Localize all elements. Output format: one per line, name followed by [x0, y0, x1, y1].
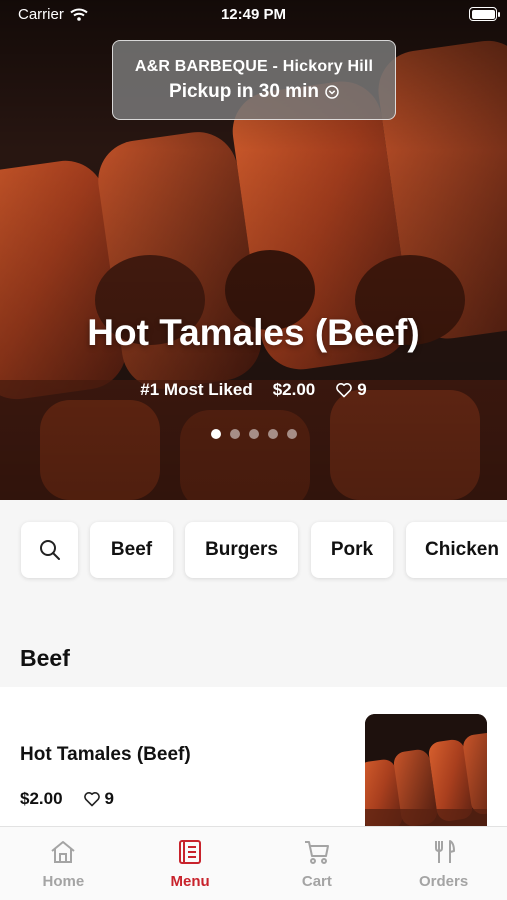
cart-icon	[304, 841, 329, 864]
menu-item-image	[365, 714, 487, 826]
carousel-dots[interactable]	[0, 429, 507, 439]
tab-menu[interactable]: Menu	[127, 827, 254, 900]
tamale-thumbnail	[365, 714, 487, 826]
tab-bar: Home Menu Cart Orders	[0, 826, 507, 900]
hero-price: $2.00	[272, 380, 316, 399]
tab-orders[interactable]: Orders	[380, 827, 507, 900]
carousel-dot[interactable]	[248, 429, 259, 439]
tab-home-label: Home	[42, 873, 85, 890]
carousel-dot[interactable]	[267, 429, 278, 439]
tab-home[interactable]: Home	[0, 827, 127, 900]
hero-title: Hot Tamales (Beef)	[87, 312, 420, 353]
category-chip-pork[interactable]: Pork	[311, 522, 393, 578]
chevron-down-icon	[325, 85, 339, 99]
heart-icon	[336, 383, 353, 398]
category-chip-beef[interactable]: Beef	[90, 522, 173, 578]
carousel-dot[interactable]	[229, 429, 240, 439]
menu-icon	[179, 840, 202, 864]
hero-banner[interactable]: Carrier 12:49 PM A&R BARBEQUE - Hickory …	[0, 0, 507, 500]
tab-orders-label: Orders	[419, 873, 469, 890]
search-button[interactable]	[21, 522, 78, 578]
pickup-time: Pickup in 30 min	[113, 81, 395, 103]
section-title: Beef	[20, 645, 70, 671]
status-bar: Carrier 12:49 PM	[0, 0, 507, 30]
store-name: A&R BARBEQUE - Hickory Hill	[134, 58, 374, 75]
carousel-dot[interactable]	[286, 429, 297, 439]
menu-item-name: Hot Tamales (Beef)	[20, 744, 191, 765]
hero-badge: #1 Most Liked	[140, 380, 253, 399]
tab-cart[interactable]: Cart	[254, 827, 381, 900]
search-icon	[39, 540, 60, 560]
tab-menu-label: Menu	[170, 873, 210, 890]
category-bar: Beef Burgers Pork Chicken	[0, 500, 507, 620]
pickup-label: Pickup in 30 min	[169, 81, 319, 102]
heart-icon	[83, 792, 100, 807]
menu-item-likes: 9	[83, 789, 114, 809]
battery-icon	[469, 7, 500, 21]
menu-item[interactable]: Hot Tamales (Beef) $2.00 9	[0, 687, 507, 827]
hero-likes: 9	[335, 380, 367, 400]
tab-cart-label: Cart	[301, 873, 332, 890]
menu-item-price: $2.00	[20, 789, 63, 808]
store-selector[interactable]: A&R BARBEQUE - Hickory Hill Pickup in 30…	[112, 40, 396, 120]
category-chip-burgers[interactable]: Burgers	[185, 522, 298, 578]
orders-icon	[434, 840, 455, 863]
menu-item-likes-count: 9	[104, 789, 115, 808]
carousel-dot[interactable]	[210, 429, 221, 439]
hero-likes-count: 9	[357, 380, 367, 399]
home-icon	[51, 841, 76, 863]
clock: 12:49 PM	[220, 6, 287, 23]
menu-item-meta: $2.00 9	[20, 789, 114, 809]
category-chip-chicken[interactable]: Chicken	[406, 522, 507, 578]
hero-meta: #1 Most Liked $2.00 9	[0, 380, 507, 400]
